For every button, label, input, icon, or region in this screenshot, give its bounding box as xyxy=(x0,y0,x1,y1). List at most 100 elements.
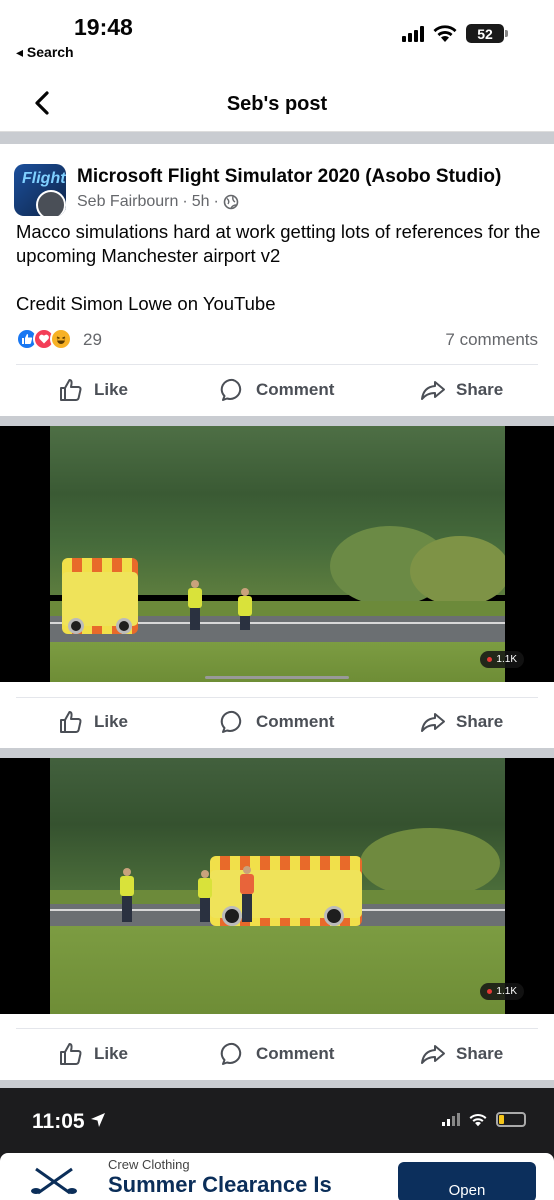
airport-vehicle xyxy=(210,856,362,926)
figure-vest xyxy=(188,588,202,608)
status-bar: 19:48 ◂ Search 52 xyxy=(0,0,554,70)
figure-head xyxy=(201,870,209,878)
thumbs-up-icon xyxy=(60,711,82,733)
worker-figure xyxy=(120,868,134,922)
viewer-count: 1.1K xyxy=(496,986,517,997)
embedded-wifi-icon xyxy=(469,1113,487,1126)
share-arrow-icon xyxy=(421,381,445,400)
worker-figure xyxy=(188,580,202,630)
ad-open-button[interactable]: Open xyxy=(398,1162,536,1200)
worker-figure xyxy=(238,588,252,630)
figure-legs xyxy=(122,896,132,922)
post-body: Macco simulations hard at work getting l… xyxy=(16,220,541,340)
globe-icon xyxy=(223,194,239,210)
crossed-oars-icon xyxy=(31,1167,77,1195)
share-button[interactable]: Share xyxy=(420,1031,503,1077)
share-label: Share xyxy=(456,1044,504,1063)
author-avatar[interactable] xyxy=(36,190,66,216)
embedded-screenshot[interactable]: 11:05 Crew Clothing Summer Clearance Is … xyxy=(0,1088,554,1200)
video-player[interactable]: 1.1K xyxy=(0,758,554,1014)
group-avatar-text: Flight xyxy=(22,170,66,187)
video-progress-bar[interactable] xyxy=(205,676,349,679)
comments-count-link[interactable]: 7 comments xyxy=(445,330,538,350)
cellular-signal-icon xyxy=(402,25,424,42)
divider xyxy=(16,364,538,365)
vehicle-wheel xyxy=(68,618,84,634)
share-button[interactable]: Share xyxy=(420,699,503,745)
haha-reaction-icon xyxy=(50,328,72,350)
embedded-time-text: 11:05 xyxy=(32,1110,85,1133)
figure-vest xyxy=(238,596,252,616)
comment-button[interactable]: Comment xyxy=(220,1031,334,1077)
reaction-count: 29 xyxy=(83,330,102,349)
video-player[interactable]: 1.1K xyxy=(0,426,554,682)
share-arrow-icon xyxy=(421,713,445,732)
grass-foreground xyxy=(50,926,505,1014)
figure-legs xyxy=(200,898,210,922)
share-arrow-icon xyxy=(421,1045,445,1064)
location-arrow-icon xyxy=(91,1113,106,1127)
wifi-icon xyxy=(433,25,457,42)
post-meta: Seb Fairbourn · 5h · xyxy=(77,193,239,211)
section-divider xyxy=(0,416,554,426)
status-time: 19:48 xyxy=(74,14,133,40)
figure-legs xyxy=(190,608,200,630)
like-label: Like xyxy=(94,380,129,399)
back-to-search-link[interactable]: ◂ Search xyxy=(16,44,74,61)
divider xyxy=(16,1028,538,1029)
comment-label: Comment xyxy=(256,712,335,731)
vehicle-wheel xyxy=(324,906,344,926)
section-divider xyxy=(0,1080,554,1088)
section-divider xyxy=(0,132,554,144)
like-button[interactable]: Like xyxy=(58,699,128,745)
viewer-count-badge: 1.1K xyxy=(480,651,524,668)
figure-legs xyxy=(242,894,252,922)
battery-icon: 52 xyxy=(466,24,508,43)
vehicle-wheel xyxy=(116,618,132,634)
embedded-signal-icon xyxy=(442,1113,460,1126)
author-name-link[interactable]: Seb Fairbourn xyxy=(77,193,178,211)
video-frame xyxy=(50,426,505,682)
share-label: Share xyxy=(456,712,504,731)
like-label: Like xyxy=(94,1044,129,1063)
share-button[interactable]: Share xyxy=(420,367,503,413)
ad-brand: Crew Clothing xyxy=(108,1157,190,1172)
live-dot xyxy=(487,989,493,994)
group-name-link[interactable]: Microsoft Flight Simulator 2020 (Asobo S… xyxy=(77,166,501,188)
post-action-bar: Like Comment Share xyxy=(0,367,554,413)
embedded-time: 11:05 xyxy=(32,1110,106,1134)
airport-vehicle xyxy=(62,558,138,634)
viewer-count: 1.1K xyxy=(496,654,517,665)
bush xyxy=(360,828,500,898)
ad-headline: Summer Clearance Is xyxy=(108,1172,332,1197)
meta-separator: · xyxy=(213,193,219,210)
thumbs-up-icon xyxy=(60,379,82,401)
video-action-bar: Like Comment Share xyxy=(0,1031,554,1077)
thumbs-up-icon xyxy=(60,1043,82,1065)
section-divider xyxy=(0,748,554,758)
figure-head xyxy=(123,868,131,876)
post-time[interactable]: 5h xyxy=(192,193,210,211)
bush xyxy=(410,536,505,606)
worker-figure xyxy=(240,866,254,922)
like-button[interactable]: Like xyxy=(58,367,128,413)
like-button[interactable]: Like xyxy=(58,1031,128,1077)
nav-header: Seb's post xyxy=(0,74,554,132)
ad-banner[interactable]: Crew Clothing Summer Clearance Is Open xyxy=(0,1153,554,1200)
reaction-icons xyxy=(16,328,72,350)
group-avatar[interactable]: Flight xyxy=(14,164,66,216)
reaction-summary[interactable]: 29 7 comments xyxy=(16,328,538,354)
vehicle-wheel xyxy=(222,906,242,926)
figure-legs xyxy=(240,616,250,630)
meta-separator: · xyxy=(182,193,188,210)
comment-bubble-icon xyxy=(220,378,242,401)
video-frame xyxy=(50,758,505,1014)
like-label: Like xyxy=(94,712,129,731)
comment-button[interactable]: Comment xyxy=(220,367,334,413)
figure-vest xyxy=(120,876,134,896)
figure-vest xyxy=(240,874,254,894)
page-title: Seb's post xyxy=(226,93,328,115)
comment-button[interactable]: Comment xyxy=(220,699,334,745)
comment-bubble-icon xyxy=(220,710,242,733)
post-text-credit: Credit Simon Lowe on YouTube xyxy=(16,293,276,314)
